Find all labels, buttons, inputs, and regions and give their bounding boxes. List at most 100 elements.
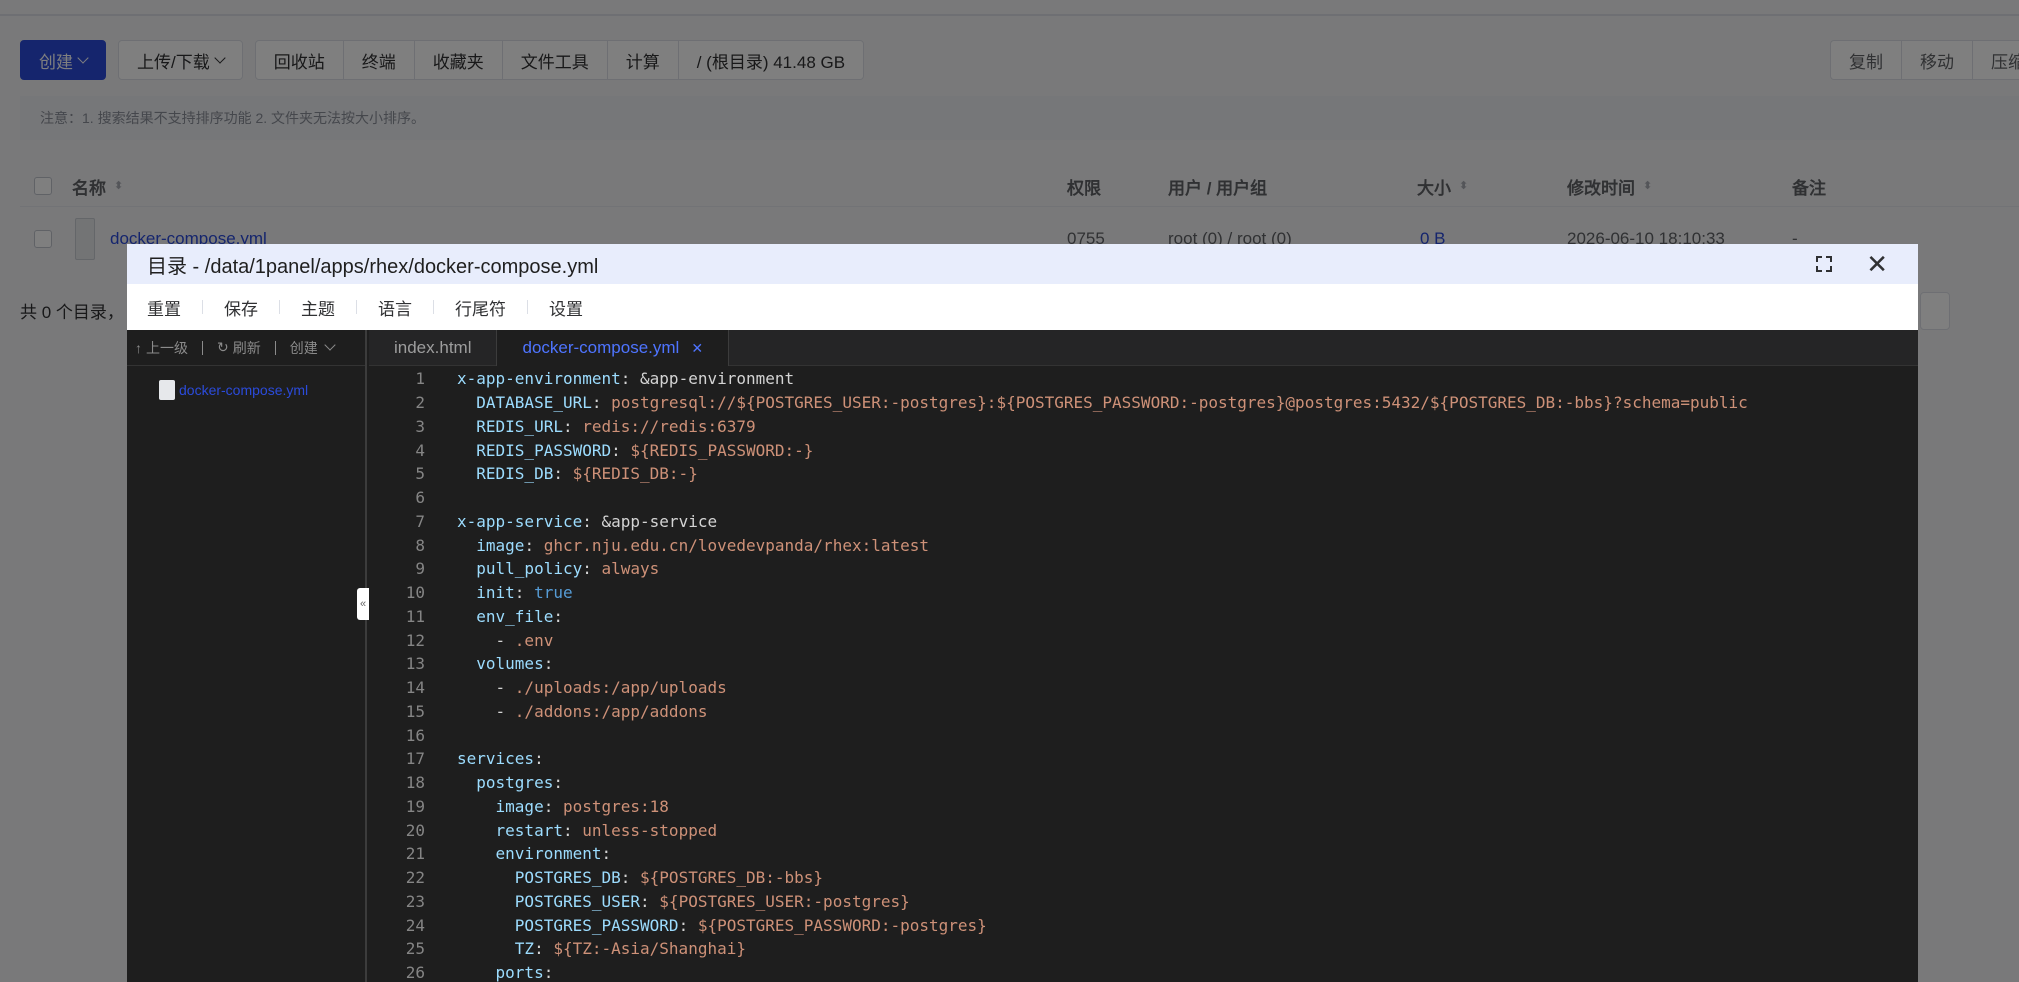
line-number: 24: [405, 915, 425, 935]
code-line[interactable]: 22 POSTGRES_DB: ${POSTGRES_DB:-bbs}: [369, 866, 1869, 890]
code-line[interactable]: 15 - ./addons:/app/addons: [369, 700, 1869, 724]
menu-settings[interactable]: 设置: [549, 295, 583, 320]
code-line[interactable]: 8 image: ghcr.nju.edu.cn/lovedevpanda/rh…: [369, 533, 1869, 557]
line-number: 23: [405, 891, 425, 911]
tree-create-button[interactable]: 创建: [289, 338, 336, 358]
line-number: 25: [405, 939, 425, 959]
tree-up-button[interactable]: ↑ 上一级: [135, 338, 188, 358]
dialog-window-controls: ✕: [1816, 244, 1888, 284]
menu-divider: [433, 300, 434, 314]
line-number: 21: [405, 844, 425, 864]
line-content: - ./addons:/app/addons: [495, 701, 708, 721]
editor-area: ↑ 上一级 ↻ 刷新 创建 docker-compose.yml « index.h…: [127, 330, 1918, 982]
file-icon: [159, 380, 175, 400]
code-line[interactable]: 5 REDIS_DB: ${REDIS_DB:-}: [369, 462, 1869, 486]
code-line[interactable]: 4 REDIS_PASSWORD: ${REDIS_PASSWORD:-}: [369, 438, 1869, 462]
line-content: POSTGRES_PASSWORD: ${POSTGRES_PASSWORD:-…: [514, 915, 987, 935]
line-number: 22: [405, 868, 425, 888]
tab-label: index.html: [394, 338, 472, 357]
code-line[interactable]: 6: [369, 486, 1869, 510]
code-line[interactable]: 12 - .env: [369, 628, 1869, 652]
editor-tabs: index.html docker-compose.yml ✕: [369, 330, 1918, 366]
tree-divider: [202, 340, 203, 355]
code-line[interactable]: 20 restart: unless-stopped: [369, 818, 1869, 842]
line-number: 9: [415, 559, 425, 579]
menu-divider: [279, 300, 280, 314]
tab-close-icon[interactable]: ✕: [691, 340, 703, 357]
line-content: environment:: [495, 844, 612, 864]
code-line[interactable]: 17 services:: [369, 747, 1869, 771]
line-number: 2: [415, 393, 425, 413]
code-line[interactable]: 10 init: true: [369, 581, 1869, 605]
chevron-down-icon: [324, 339, 336, 351]
tree-file-item[interactable]: docker-compose.yml: [159, 380, 308, 400]
line-content: POSTGRES_USER: ${POSTGRES_USER:-postgres…: [514, 891, 910, 911]
code-line[interactable]: 11 env_file:: [369, 605, 1869, 629]
line-content: REDIS_URL: redis://redis:6379: [476, 416, 756, 436]
tree-file-label: docker-compose.yml: [179, 382, 309, 398]
code-line[interactable]: 23 POSTGRES_USER: ${POSTGRES_USER:-postg…: [369, 890, 1869, 914]
line-content: TZ: ${TZ:-Asia/Shanghai}: [514, 939, 746, 959]
line-content: REDIS_PASSWORD: ${REDIS_PASSWORD:-}: [476, 440, 814, 460]
code-line[interactable]: 2 DATABASE_URL: postgresql://${POSTGRES_…: [369, 391, 1869, 415]
code-line[interactable]: 9 pull_policy: always: [369, 557, 1869, 581]
tree-divider: [274, 340, 276, 355]
line-number: 10: [405, 583, 425, 603]
code-line[interactable]: 18 postgres:: [369, 771, 1869, 795]
menu-save[interactable]: 保存: [224, 295, 258, 320]
code-line[interactable]: 3 REDIS_URL: redis://redis:6379: [369, 415, 1869, 439]
tree-create-label: 创建: [289, 339, 318, 356]
close-icon[interactable]: ✕: [1866, 251, 1888, 277]
tree-refresh-label: 刷新: [232, 339, 261, 356]
collapse-tree-handle[interactable]: «: [357, 588, 369, 620]
code-line[interactable]: 21 environment:: [369, 842, 1869, 866]
line-content: - .env: [495, 630, 554, 650]
menu-divider: [202, 300, 203, 314]
tree-refresh-button[interactable]: ↻ 刷新: [217, 338, 261, 358]
menu-language[interactable]: 语言: [378, 295, 412, 320]
line-content: postgres:: [476, 773, 563, 793]
line-number: 6: [415, 488, 425, 508]
line-number: 26: [405, 963, 425, 982]
dialog-header: 目录 - /data/1panel/apps/rhex/docker-compo…: [127, 244, 1918, 284]
line-content: POSTGRES_DB: ${POSTGRES_DB:-bbs}: [514, 868, 824, 888]
code-line[interactable]: 24 POSTGRES_PASSWORD: ${POSTGRES_PASSWOR…: [369, 913, 1869, 937]
menu-theme[interactable]: 主题: [301, 295, 335, 320]
code-line[interactable]: 26 ports:: [369, 961, 1869, 982]
line-content: services:: [457, 749, 544, 769]
file-tree-panel: ↑ 上一级 ↻ 刷新 创建 docker-compose.yml: [127, 330, 367, 982]
tab-index-html[interactable]: index.html: [369, 330, 498, 366]
code-line[interactable]: 7 x-app-service: &app-service: [369, 510, 1869, 534]
line-content: - ./uploads:/app/uploads: [495, 678, 727, 698]
code-editor[interactable]: 1 x-app-environment: &app-environment 2 DA…: [369, 366, 1918, 982]
line-number: 20: [405, 820, 425, 840]
line-content: image: ghcr.nju.edu.cn/lovedevpanda/rhex…: [476, 535, 930, 555]
line-content: DATABASE_URL: postgresql://${POSTGRES_US…: [476, 393, 1748, 413]
menu-reset[interactable]: 重置: [147, 295, 181, 320]
line-content: image: postgres:18: [495, 796, 669, 816]
tree-up-label: 上一级: [146, 339, 188, 356]
tab-label: docker-compose.yml: [522, 338, 680, 357]
code-line[interactable]: 14 - ./uploads:/app/uploads: [369, 676, 1869, 700]
line-number: 17: [405, 749, 425, 769]
line-number: 5: [415, 464, 425, 484]
file-editor-dialog: 目录 - /data/1panel/apps/rhex/docker-compo…: [127, 244, 1918, 982]
code-line[interactable]: 25 TZ: ${TZ:-Asia/Shanghai}: [369, 937, 1869, 961]
code-line[interactable]: 16: [369, 723, 1869, 747]
refresh-icon: ↻: [217, 339, 229, 355]
menu-line-ending[interactable]: 行尾符: [455, 295, 506, 320]
line-number: 1: [415, 369, 425, 389]
code-line[interactable]: 19 image: postgres:18: [369, 795, 1869, 819]
code-line[interactable]: 13 volumes:: [369, 652, 1869, 676]
line-content: x-app-service: &app-service: [457, 511, 718, 531]
line-number: 3: [415, 416, 425, 436]
tab-docker-compose[interactable]: docker-compose.yml ✕: [497, 330, 730, 366]
fullscreen-icon[interactable]: [1816, 256, 1833, 272]
line-content: restart: unless-stopped: [495, 820, 718, 840]
file-tree-toolbar: ↑ 上一级 ↻ 刷新 创建: [127, 330, 365, 366]
line-number: 15: [405, 701, 425, 721]
code-line[interactable]: 1 x-app-environment: &app-environment: [369, 367, 1869, 391]
menu-divider: [356, 300, 357, 314]
menu-divider: [527, 300, 528, 314]
line-content: x-app-environment: &app-environment: [457, 369, 795, 389]
